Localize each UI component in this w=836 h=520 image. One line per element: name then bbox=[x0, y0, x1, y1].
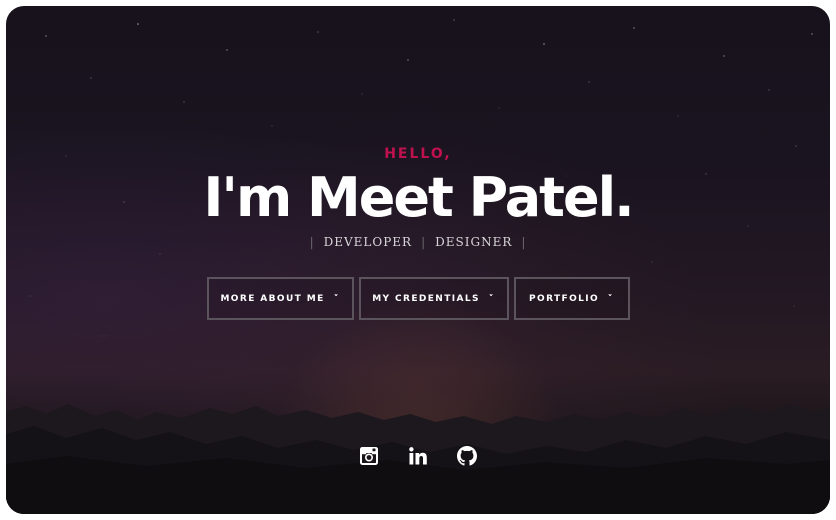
role-separator: | bbox=[421, 235, 427, 249]
more-about-me-button[interactable]: MORE ABOUT ME ˅ bbox=[206, 277, 354, 320]
portfolio-label: PORTFOLIO bbox=[529, 293, 600, 304]
chevron-down-icon: ˅ bbox=[333, 293, 341, 304]
my-credentials-label: MY CREDENTIALS bbox=[372, 293, 480, 304]
social-links bbox=[6, 446, 830, 466]
role-developer: DEVELOPER bbox=[323, 235, 413, 249]
my-credentials-button[interactable]: MY CREDENTIALS ˅ bbox=[358, 277, 509, 320]
portfolio-button[interactable]: PORTFOLIO ˅ bbox=[513, 277, 630, 320]
more-about-me-label: MORE ABOUT ME bbox=[220, 293, 325, 304]
hero-section: HELLO, I'm Meet Patel. | DEVELOPER | DESIGN… bbox=[6, 6, 830, 514]
chevron-down-icon: ˅ bbox=[488, 293, 496, 304]
role-designer: DESIGNER bbox=[435, 235, 513, 249]
instagram-icon[interactable] bbox=[359, 446, 379, 466]
greeting-text: HELLO, bbox=[384, 146, 452, 162]
roles-line: | DEVELOPER | DESIGNER | bbox=[6, 235, 830, 249]
role-separator: | bbox=[309, 235, 315, 249]
chevron-down-icon: ˅ bbox=[607, 293, 615, 304]
role-separator: | bbox=[521, 235, 527, 249]
github-icon[interactable] bbox=[457, 446, 477, 466]
linkedin-icon[interactable] bbox=[408, 446, 428, 466]
name-heading: I'm Meet Patel. bbox=[203, 166, 634, 229]
nav-buttons: MORE ABOUT ME ˅ MY CREDENTIALS ˅ PORTFOLIO… bbox=[6, 277, 830, 320]
